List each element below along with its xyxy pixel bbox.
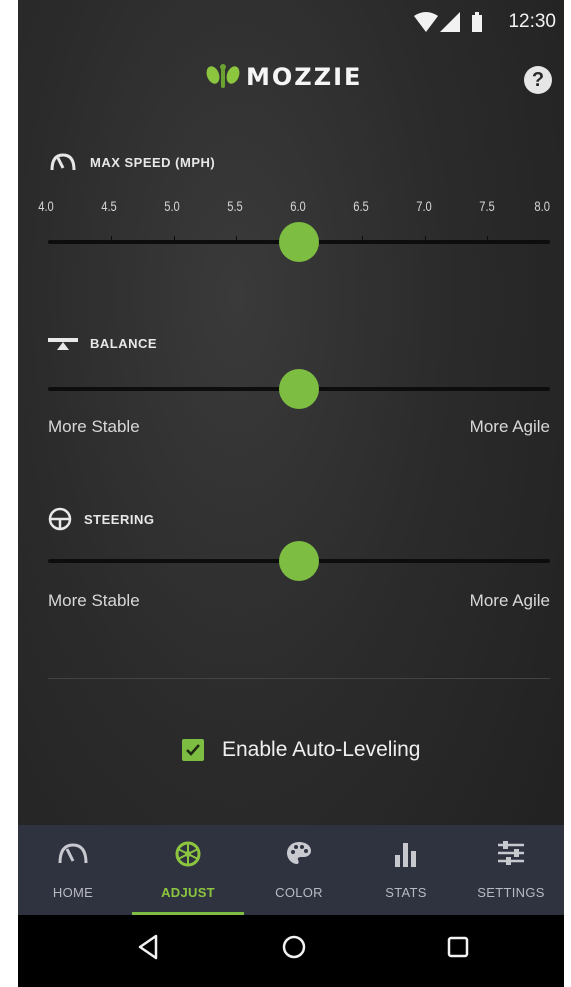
- auto-leveling-option[interactable]: Enable Auto-Leveling: [182, 738, 421, 762]
- tick-label: 8.0: [534, 198, 550, 214]
- sliders-icon: [498, 841, 524, 865]
- steering-section: STEERING More Stable More Agile: [48, 507, 550, 617]
- nav-item-settings[interactable]: SETTINGS: [458, 825, 564, 915]
- balance-title: BALANCE: [90, 335, 158, 351]
- nav-label: STATS: [385, 885, 427, 900]
- phone-screen: 12:30 MOZZIE ? MAX SPEED (MPH) 4.0 4.5 5…: [18, 0, 564, 987]
- system-navigation-bar: [18, 915, 564, 987]
- balance-left-hint: More Stable: [48, 417, 140, 436]
- nav-label: ADJUST: [161, 885, 215, 900]
- slider-thumb[interactable]: [279, 541, 319, 581]
- battery-icon: [472, 12, 482, 32]
- wheel-icon: [175, 841, 201, 867]
- max-speed-header: MAX SPEED (MPH): [48, 152, 550, 172]
- wifi-icon: [414, 12, 438, 32]
- max-speed-title: MAX SPEED (MPH): [90, 154, 216, 170]
- nav-label: COLOR: [275, 885, 323, 900]
- tick-label: 6.0: [290, 198, 306, 214]
- signal-icon: [440, 12, 460, 32]
- auto-leveling-label: Enable Auto-Leveling: [222, 738, 421, 761]
- balance-right-hint: More Agile: [469, 417, 550, 436]
- balance-board-icon: [48, 338, 78, 350]
- status-icons: [414, 12, 484, 39]
- speedometer-icon: [50, 153, 76, 171]
- palette-icon: [287, 842, 311, 864]
- checkmark-icon: [186, 744, 200, 756]
- status-time: 12:30: [508, 11, 556, 32]
- auto-leveling-checkbox[interactable]: [182, 739, 204, 761]
- recents-icon[interactable]: [446, 934, 470, 960]
- mosquito-logo-icon: [206, 64, 240, 88]
- steering-title: STEERING: [84, 511, 155, 527]
- tick-label: 4.0: [38, 198, 54, 214]
- slider-thumb[interactable]: [279, 222, 319, 262]
- balance-section: BALANCE More Stable More Agile: [48, 335, 550, 445]
- home-icon[interactable]: [281, 934, 307, 960]
- logo-text: MOZZIE: [246, 63, 363, 91]
- tick-label: 4.5: [101, 198, 117, 214]
- max-speed-slider[interactable]: [48, 220, 550, 264]
- help-button[interactable]: ?: [524, 66, 552, 94]
- back-icon[interactable]: [136, 934, 160, 960]
- speedometer-icon: [58, 843, 88, 864]
- bottom-nav: HOME ADJUST COLOR STATS SETTINGS: [18, 825, 564, 915]
- section-divider: [48, 678, 550, 679]
- tick-label: 5.0: [164, 198, 180, 214]
- steering-slider[interactable]: [48, 539, 550, 583]
- nav-item-home[interactable]: HOME: [18, 825, 128, 915]
- balance-header: BALANCE: [48, 335, 550, 351]
- app-header: MOZZIE ?: [18, 52, 564, 108]
- tick-label: 6.5: [353, 198, 369, 214]
- steering-wheel-icon: [48, 507, 72, 531]
- tick-label: 7.0: [416, 198, 432, 214]
- max-speed-tick-labels: 4.0 4.5 5.0 5.5 6.0 6.5 7.0 7.5 8.0: [38, 198, 550, 218]
- max-speed-section: MAX SPEED (MPH) 4.0 4.5 5.0 5.5 6.0 6.5 …: [38, 152, 550, 272]
- tick-label: 5.5: [227, 198, 243, 214]
- slider-thumb[interactable]: [279, 369, 319, 409]
- nav-item-stats[interactable]: STATS: [354, 825, 458, 915]
- balance-slider[interactable]: [48, 367, 550, 411]
- nav-label: SETTINGS: [477, 885, 545, 900]
- nav-item-adjust[interactable]: ADJUST: [132, 825, 244, 915]
- nav-label: HOME: [52, 885, 94, 900]
- mozzie-logo: MOZZIE: [206, 62, 362, 92]
- steering-right-hint: More Agile: [469, 591, 550, 610]
- tick-label: 7.5: [479, 198, 495, 214]
- steering-header: STEERING: [48, 507, 550, 531]
- steering-left-hint: More Stable: [48, 591, 140, 610]
- nav-item-color[interactable]: COLOR: [244, 825, 354, 915]
- status-bar: 12:30: [18, 0, 564, 44]
- bar-chart-icon: [395, 843, 416, 867]
